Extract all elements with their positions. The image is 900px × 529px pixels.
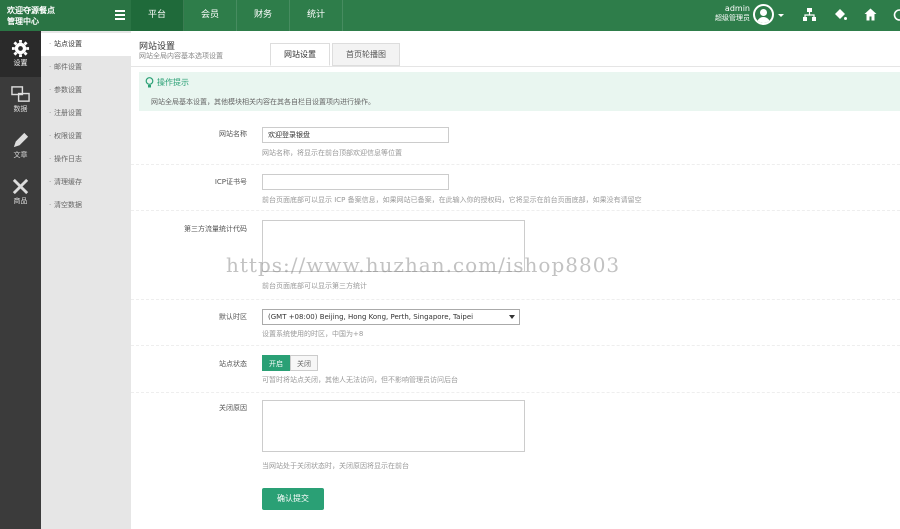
icp-input[interactable]	[262, 174, 449, 190]
form-row-close-reason: 关闭原因 当网站处于关闭状态时，关闭原因将显示在前台	[131, 393, 900, 475]
nav-item-finance[interactable]: 财务	[237, 0, 291, 31]
home-icon[interactable]	[864, 8, 877, 21]
iconbar-item-data[interactable]: 数据	[0, 77, 41, 123]
submenu-item-params[interactable]: 参数设置	[41, 79, 131, 102]
site-status-hint: 可暂时将站点关闭，其他人无法访问，但不影响管理员访问后台	[262, 376, 458, 384]
iconbar-item-settings[interactable]: 设置	[0, 31, 41, 77]
site-name-hint: 网站名称，将显示在前台顶部欢迎信息等位置	[262, 149, 402, 157]
iconbar-item-article[interactable]: 文章	[0, 123, 41, 169]
menu-toggle-icon[interactable]	[115, 10, 125, 20]
paint-icon[interactable]	[834, 8, 847, 21]
submenu-item-cache[interactable]: 清理缓存	[41, 171, 131, 194]
avatar[interactable]	[753, 4, 774, 25]
submenu-item-clear-data[interactable]: 清空数据	[41, 194, 131, 217]
timezone-select[interactable]: (GMT +08:00) Beijing, Hong Kong, Perth, …	[262, 309, 520, 325]
timezone-hint: 设置系统使用的时区，中国为+8	[262, 330, 364, 338]
lightbulb-icon	[145, 77, 154, 88]
site-status-on-button[interactable]: 开启	[262, 355, 290, 371]
pen-icon	[13, 132, 29, 148]
submenu-item-permission[interactable]: 权限设置	[41, 125, 131, 148]
sub-menu: 站点设置 邮件设置 参数设置 注册设置 权限设置 操作日志 清理缓存 清空数据	[41, 31, 131, 529]
close-reason-hint: 当网站处于关闭状态时，关闭原因将显示在前台	[262, 462, 409, 470]
submenu-item-log[interactable]: 操作日志	[41, 148, 131, 171]
tab-divider	[131, 66, 900, 67]
close-reason-label: 关闭原因	[219, 404, 247, 412]
form-row-site-name: 网站名称 网站名称，将显示在前台顶部欢迎信息等位置	[131, 119, 900, 165]
iconbar-label: 文章	[13, 151, 28, 159]
submenu-item-site[interactable]: 站点设置	[41, 33, 131, 56]
site-name-label: 网站名称	[219, 130, 247, 138]
chevron-down-icon[interactable]	[778, 14, 784, 17]
brand-line-2: 管理中心	[7, 17, 39, 26]
brand-line-1: 欢迎夺源餐点	[7, 6, 55, 15]
tips-title: 操作提示	[157, 78, 189, 87]
user-role: 超级管理员	[715, 14, 750, 22]
page-subtitle: 网站全局内容基本选项设置	[139, 52, 223, 60]
main-nav: 平台 会员 财务 统计	[131, 0, 344, 31]
close-reason-textarea[interactable]	[262, 400, 525, 452]
site-status-off-button[interactable]: 关闭	[290, 355, 318, 371]
brand: 欢迎夺源餐点 管理中心	[0, 0, 131, 31]
tab-bar: 网站设置 首页轮播图	[270, 43, 402, 66]
user-info[interactable]: admin 超级管理员	[700, 4, 750, 23]
iconbar-label: 商品	[13, 197, 28, 205]
iconbar-label: 数据	[13, 105, 28, 113]
tools-icon	[12, 178, 29, 195]
chevron-down-icon	[509, 315, 515, 319]
nav-item-member[interactable]: 会员	[184, 0, 238, 31]
icon-sidebar: 设置 数据 文章 商品	[0, 31, 41, 529]
form-row-site-status: 站点状态 开启 关闭 可暂时将站点关闭，其他人无法访问，但不影响管理员访问后台	[131, 346, 900, 393]
timezone-label: 默认时区	[219, 313, 247, 321]
form-row-icp: ICP证书号 前台页面底部可以显示 ICP 备案信息，如果网站已备案，在此输入你…	[131, 165, 900, 211]
submit-button[interactable]: 确认提交	[262, 488, 324, 510]
nav-item-stats[interactable]: 统计	[290, 0, 344, 31]
sitemap-icon[interactable]	[803, 8, 816, 21]
gear-icon	[11, 39, 30, 58]
site-name-input[interactable]	[262, 127, 449, 143]
submenu-item-mail[interactable]: 邮件设置	[41, 56, 131, 79]
tips-text: 网站全局基本设置，其他模块相关内容在其各自栏目设置项内进行操作。	[151, 98, 375, 106]
timezone-value: (GMT +08:00) Beijing, Hong Kong, Perth, …	[268, 313, 474, 321]
main-content: 网站设置 网站全局内容基本选项设置 网站设置 首页轮播图 操作提示 网站全局基本…	[131, 31, 900, 529]
form-row-timezone: 默认时区 (GMT +08:00) Beijing, Hong Kong, Pe…	[131, 300, 900, 346]
iconbar-item-goods[interactable]: 商品	[0, 169, 41, 215]
top-bar: 欢迎夺源餐点 管理中心 平台 会员 财务 统计 admin 超级管理员	[0, 0, 900, 31]
site-status-label: 站点状态	[219, 360, 247, 368]
power-icon[interactable]	[893, 8, 900, 21]
nav-item-platform[interactable]: 平台	[131, 0, 185, 31]
chat-icon	[11, 86, 30, 102]
watermark: https://www.huzhan.com/ishop8803	[226, 253, 621, 277]
submenu-item-register[interactable]: 注册设置	[41, 102, 131, 125]
iconbar-label: 设置	[13, 59, 28, 67]
tips-panel: 操作提示 网站全局基本设置，其他模块相关内容在其各自栏目设置项内进行操作。	[139, 72, 900, 111]
tab-site-settings[interactable]: 网站设置	[270, 43, 330, 66]
icp-hint: 前台页面底部可以显示 ICP 备案信息，如果网站已备案，在此输入你的授权码，它将…	[262, 196, 642, 204]
icp-label: ICP证书号	[214, 178, 247, 186]
stats-code-label: 第三方流量统计代码	[184, 225, 247, 233]
tab-home-carousel[interactable]: 首页轮播图	[332, 43, 400, 66]
site-status-toggle: 开启 关闭	[262, 355, 318, 371]
user-name: admin	[724, 4, 750, 13]
stats-code-hint: 前台页面底部可以显示第三方统计	[262, 282, 367, 290]
